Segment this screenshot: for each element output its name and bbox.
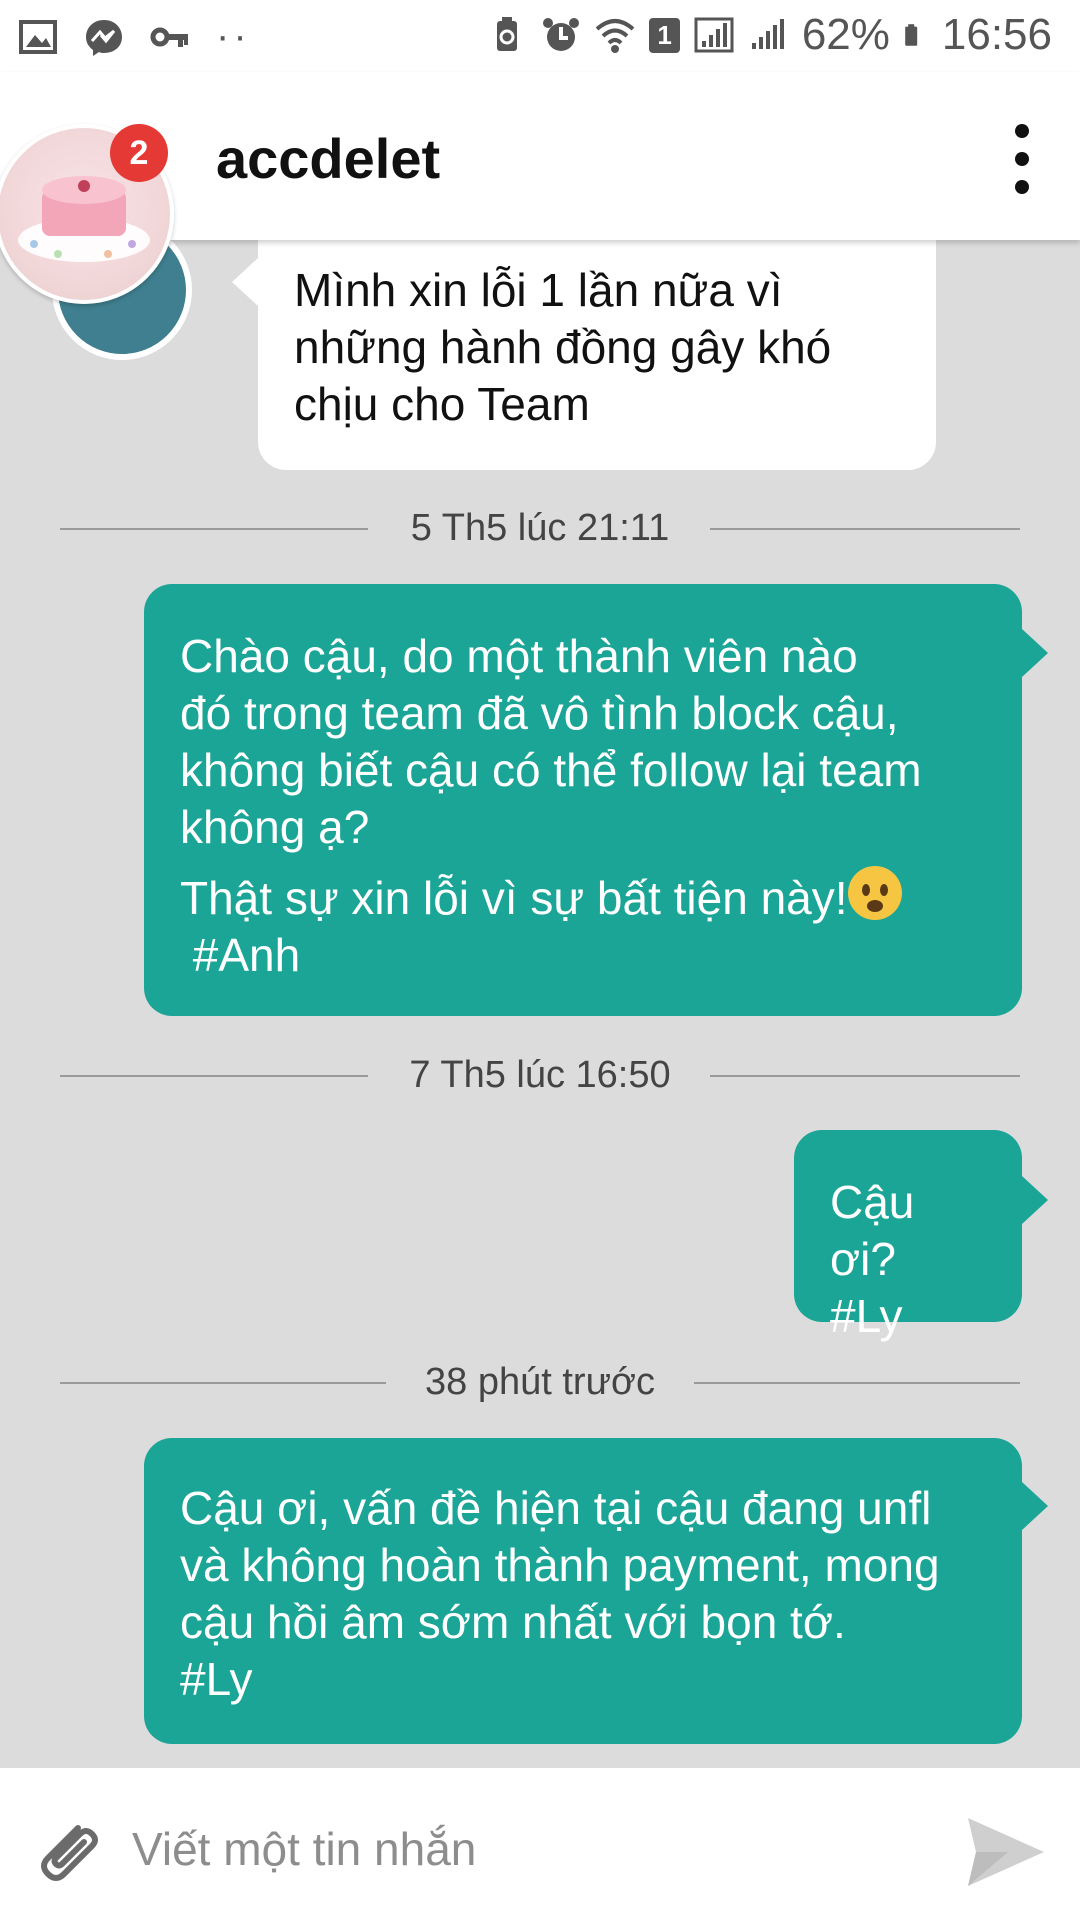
timestamp-divider: 38 phút trước: [0, 1362, 1080, 1402]
menu-dot: [1015, 180, 1029, 194]
outgoing-message[interactable]: Chào cậu, do một thành viên nào đó trong…: [144, 584, 1022, 1016]
clock: 16:56: [941, 10, 1052, 59]
key-icon: [150, 27, 188, 47]
message-line: đó trong team đã vô tình block cậu,: [180, 687, 899, 739]
message-line: không biết cậu có thể follow lại team: [180, 744, 922, 796]
message-line: cậu hồi âm sớm nhất với bọn tớ.: [180, 1596, 846, 1648]
image-icon: [19, 19, 57, 54]
wifi-icon: [596, 19, 635, 53]
outgoing-message[interactable]: Cậu ơi, vấn đề hiện tại cậu đang unfl và…: [144, 1438, 1022, 1744]
overflow-menu-button[interactable]: [1010, 124, 1034, 214]
outgoing-message[interactable]: Cậu ơi? #Ly: [794, 1130, 1022, 1342]
message-line: những hành đồng gây khó: [294, 321, 832, 373]
timestamp-divider: 7 Th5 lúc 16:50: [0, 1055, 1080, 1095]
more-notifications-icon: ··: [216, 14, 251, 58]
outgoing-bubble-tail: [1022, 1482, 1048, 1530]
message-line: Cậu ơi, vấn đề hiện tại cậu đang unfl: [180, 1482, 932, 1534]
sim-badge: 1: [649, 17, 680, 53]
message-line: không ạ?: [180, 801, 370, 853]
message-composer: [0, 1768, 1080, 1920]
unread-badge: 2: [110, 124, 168, 182]
signal-2-icon: [751, 19, 784, 49]
message-input[interactable]: [130, 1798, 934, 1900]
message-line: Thật sự xin lỗi vì sự bất tiện này!: [180, 872, 848, 924]
conversation-title[interactable]: accdelet: [216, 126, 440, 191]
message-line: Mình xin lỗi 1 lần nữa vì: [294, 264, 783, 316]
menu-dot: [1015, 152, 1029, 166]
incoming-message[interactable]: Mình xin lỗi 1 lần nữa vì những hành đồn…: [258, 210, 936, 470]
incoming-bubble-tail: [232, 258, 258, 306]
messenger-icon: [86, 19, 122, 56]
outgoing-bubble-tail: [1022, 629, 1048, 677]
signal-icon: [694, 17, 734, 53]
battery-saver-icon: [497, 17, 518, 51]
status-bar: ·· 1 62% 16:56: [0, 0, 1080, 72]
message-line: chịu cho Team: [294, 378, 590, 430]
message-line: #Ly: [180, 1653, 253, 1705]
alarm-icon: [543, 18, 580, 51]
message-line: #Anh: [180, 929, 301, 981]
message-line: #Ly: [830, 1290, 903, 1342]
send-icon[interactable]: [964, 1812, 1048, 1892]
worried-face-emoji-icon: [847, 866, 902, 920]
timestamp-divider: 5 Th5 lúc 21:11: [0, 508, 1080, 548]
battery-percent: 62%: [801, 10, 890, 59]
paperclip-icon[interactable]: [26, 1810, 106, 1890]
battery-icon: [905, 24, 918, 46]
message-line: và không hoàn thành payment, mong: [180, 1539, 940, 1591]
menu-dot: [1015, 124, 1029, 138]
message-line: Cậu ơi?: [830, 1176, 928, 1285]
outgoing-bubble-tail: [1022, 1176, 1048, 1224]
message-line: Chào cậu, do một thành viên nào: [180, 630, 858, 682]
